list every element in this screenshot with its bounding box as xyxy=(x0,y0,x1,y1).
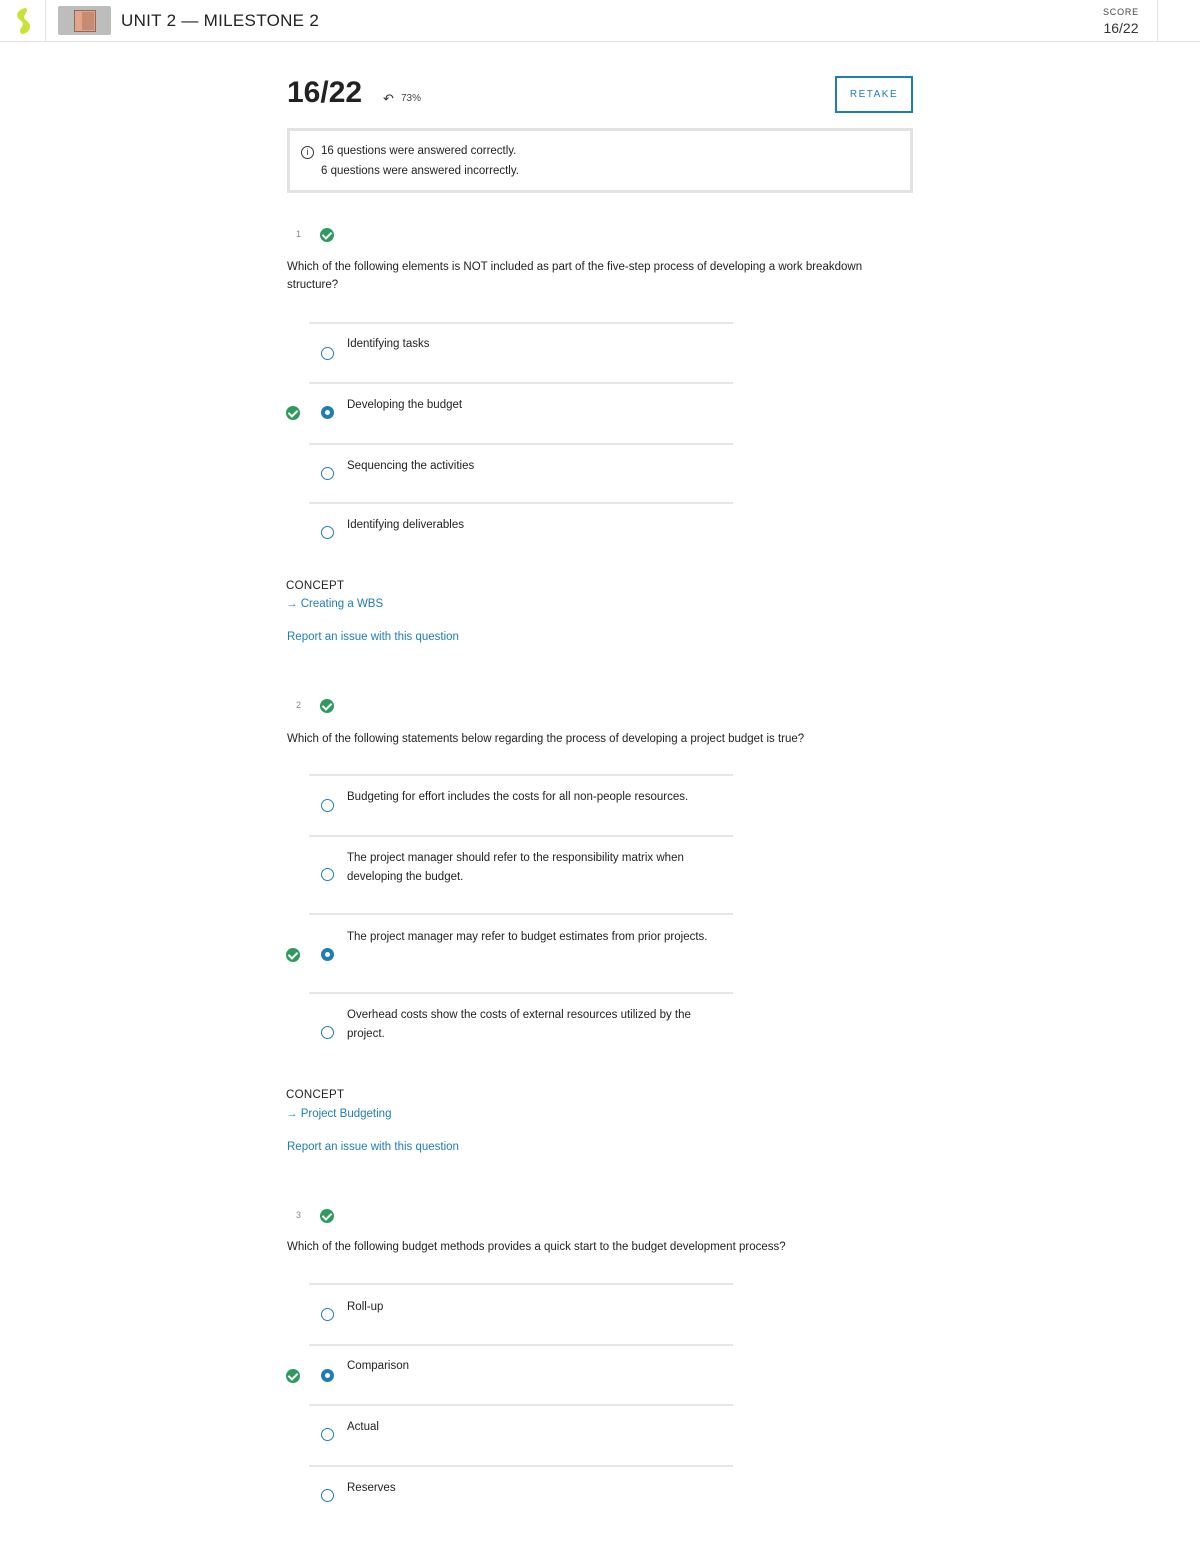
question-number: 3 xyxy=(296,1210,302,1220)
option-text: Comparison xyxy=(347,1360,409,1372)
report-issue-link[interactable]: Report an issue with this question xyxy=(287,1141,459,1153)
option-text: The project manager should refer to the … xyxy=(347,852,684,883)
option-divider xyxy=(309,774,733,776)
option-radio[interactable] xyxy=(321,347,334,360)
score-label: SCORE xyxy=(1102,7,1139,17)
option-text: Reserves xyxy=(347,1482,396,1494)
score-value: 16/22 xyxy=(1103,20,1139,36)
concept-link[interactable]: → Creating a WBS xyxy=(286,598,383,610)
retake-button[interactable]: RETAKE xyxy=(835,76,913,113)
option-radio[interactable] xyxy=(321,467,334,480)
question-correct-icon xyxy=(320,228,334,242)
option-radio[interactable] xyxy=(321,868,334,881)
question-text: Which of the following elements is NOT i… xyxy=(287,261,863,291)
option-text: Identifying deliverables xyxy=(347,519,464,531)
option-text: Actual xyxy=(347,1421,379,1433)
result-summary: i 16 questions were answered correctly. … xyxy=(287,128,913,193)
question-text: Which of the following budget methods pr… xyxy=(287,1241,786,1253)
option-radio[interactable] xyxy=(321,799,334,812)
question-correct-icon xyxy=(320,699,334,713)
total-score: 16/22 xyxy=(287,76,363,109)
option-radio-selected[interactable] xyxy=(321,948,334,961)
unit-thumbnail xyxy=(58,6,111,35)
question-number: 1 xyxy=(296,229,302,239)
option-text: Overhead costs show the costs of externa… xyxy=(347,1009,691,1040)
incorrect-count-text: 6 questions were answered incorrectly. xyxy=(321,165,519,177)
option-text: The project manager may refer to budget … xyxy=(347,931,708,943)
concept-label: CONCEPT xyxy=(286,1089,345,1101)
question-number: 2 xyxy=(296,700,302,710)
page-title: UNIT 2 — MILESTONE 2 xyxy=(121,11,320,30)
option-radio[interactable] xyxy=(321,1026,334,1039)
option-text: Roll-up xyxy=(347,1301,384,1313)
option-divider xyxy=(309,443,733,445)
option-divider xyxy=(309,913,733,915)
correct-answer-icon xyxy=(286,948,300,962)
header-score: SCORE 16/22 xyxy=(1084,0,1158,42)
option-divider xyxy=(309,382,733,384)
option-radio[interactable] xyxy=(321,1428,334,1441)
option-radio[interactable] xyxy=(321,526,334,539)
option-divider xyxy=(309,1404,733,1406)
option-text: Identifying tasks xyxy=(347,338,430,350)
option-divider xyxy=(309,992,733,994)
option-radio-selected[interactable] xyxy=(321,406,334,419)
report-issue-link[interactable]: Report an issue with this question xyxy=(287,631,459,643)
option-divider xyxy=(309,1344,733,1346)
question-correct-icon xyxy=(320,1209,334,1223)
undo-arrow-icon: ↶ xyxy=(383,91,394,106)
option-divider xyxy=(309,1465,733,1467)
concept-link[interactable]: → Project Budgeting xyxy=(286,1108,391,1120)
question-text: Which of the following statements below … xyxy=(287,733,805,745)
option-text: Developing the budget xyxy=(347,399,463,411)
correct-count-text: 16 questions were answered correctly. xyxy=(321,145,517,157)
option-divider xyxy=(309,502,733,504)
score-percent: 73% xyxy=(401,93,422,104)
option-text: Sequencing the activities xyxy=(347,460,475,472)
option-radio-selected[interactable] xyxy=(321,1369,334,1382)
concept-label: CONCEPT xyxy=(286,580,345,592)
info-icon: i xyxy=(301,146,314,159)
sophia-logo-icon xyxy=(17,8,31,34)
option-divider xyxy=(309,835,733,837)
option-radio[interactable] xyxy=(321,1489,334,1502)
option-radio[interactable] xyxy=(321,1308,334,1321)
correct-answer-icon xyxy=(286,1369,300,1383)
correct-answer-icon xyxy=(286,406,300,420)
logo[interactable] xyxy=(0,0,46,42)
top-bar: UNIT 2 — MILESTONE 2 SCORE 16/22 xyxy=(0,0,1200,42)
option-text: Budgeting for effort includes the costs … xyxy=(347,791,689,803)
option-divider xyxy=(309,1283,733,1285)
option-divider xyxy=(309,322,733,324)
